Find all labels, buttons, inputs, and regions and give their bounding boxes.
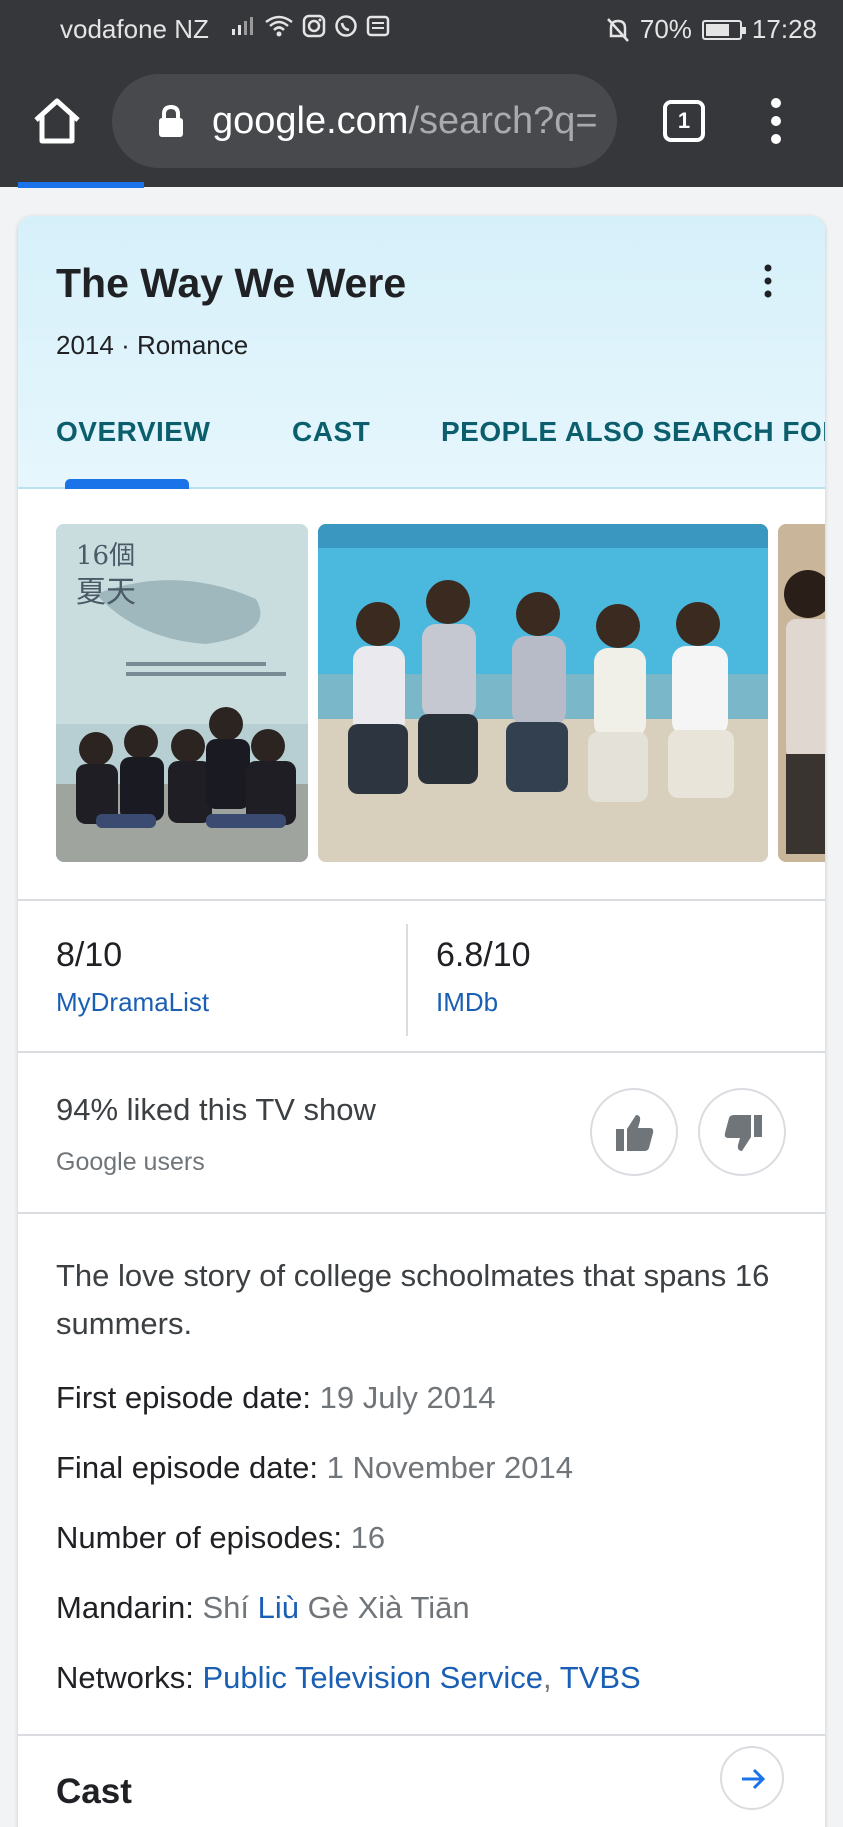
divider xyxy=(18,1212,825,1214)
wifi-icon xyxy=(265,15,293,37)
ratings-row: 8/10 MyDramaList 6.8/10 IMDb xyxy=(18,900,825,1050)
fact-value: 1 November 2014 xyxy=(326,1450,574,1485)
cast-more-button[interactable] xyxy=(720,1746,784,1810)
description: The love story of college schoolmates th… xyxy=(56,1258,770,1341)
more-options-icon[interactable] xyxy=(760,262,776,302)
battery-icon xyxy=(701,19,746,40)
browser-menu-icon[interactable] xyxy=(762,94,790,148)
fact-value: 19 July 2014 xyxy=(319,1380,496,1415)
network-link-tvbs[interactable]: TVBS xyxy=(560,1660,641,1695)
rating-mydramalist[interactable]: 8/10 MyDramaList xyxy=(56,936,209,1018)
rating-separator xyxy=(406,924,408,1036)
svg-text:夏天: 夏天 xyxy=(76,575,136,610)
divider xyxy=(18,1734,825,1736)
rating-score: 6.8/10 xyxy=(436,936,531,974)
status-icons xyxy=(230,14,390,38)
rating-source-link[interactable]: IMDb xyxy=(436,987,531,1018)
instagram-icon xyxy=(302,14,326,38)
mute-bell-icon xyxy=(606,17,629,42)
url-path: /search?q= xyxy=(408,100,598,142)
tab-people-also-search[interactable]: PEOPLE ALSO SEARCH FOR xyxy=(441,416,825,448)
whatsapp-icon xyxy=(335,15,357,37)
panel-title: The Way We Were xyxy=(56,260,407,306)
fact-networks: Networks: Public Television Service, TVB… xyxy=(56,1658,796,1698)
thumbs-up-button[interactable] xyxy=(590,1088,678,1176)
fact-final-episode: Final episode date: 1 November 2014 xyxy=(56,1448,796,1488)
page-load-progress xyxy=(18,182,144,188)
mandarin-link[interactable]: Liù xyxy=(258,1590,299,1625)
knowledge-panel: The Way We Were 2014 · Romance OVERVIEW … xyxy=(18,216,825,1827)
panel-header: The Way We Were 2014 · Romance OVERVIEW … xyxy=(18,216,825,489)
active-tab-indicator xyxy=(65,479,189,489)
thumbs-up-icon xyxy=(616,1115,654,1151)
signal-icon xyxy=(232,17,253,35)
fact-value: 16 xyxy=(350,1520,386,1555)
address-bar[interactable]: google.com/search?q= xyxy=(112,74,617,168)
clock: 17:28 xyxy=(751,14,817,44)
status-right: 70% 17:28 xyxy=(606,14,817,45)
thumbs-down-button[interactable] xyxy=(698,1088,786,1176)
fact-first-episode: First episode date: 19 July 2014 xyxy=(56,1378,796,1418)
rating-imdb[interactable]: 6.8/10 IMDb xyxy=(436,936,531,1018)
panel-subtitle: 2014 · Romance xyxy=(56,330,249,360)
liked-percent-text: 94% liked this TV show xyxy=(56,1092,376,1127)
carrier-name: vodafone NZ xyxy=(60,14,209,44)
home-icon[interactable] xyxy=(30,94,84,148)
thumbs-down-icon xyxy=(724,1115,762,1151)
fact-episodes: Number of episodes: 16 xyxy=(56,1518,796,1558)
tab-switcher-button[interactable]: 1 xyxy=(663,100,705,142)
status-bar: vodafone NZ 70% 17:28 xyxy=(0,0,843,58)
network-link-pts[interactable]: Public Television Service xyxy=(202,1660,543,1695)
url-text: google.com/search?q= xyxy=(212,100,598,143)
fact-label: Number of episodes: xyxy=(56,1520,343,1555)
audience-rating: 94% liked this TV show Google users xyxy=(18,1052,825,1212)
messages-icon xyxy=(366,15,390,37)
show-info: The love story of college schoolmates th… xyxy=(56,1252,796,1698)
cast-heading: Cast xyxy=(56,1772,132,1811)
rating-score: 8/10 xyxy=(56,936,123,974)
fact-label: Mandarin: xyxy=(56,1590,194,1625)
fact-value: Shí xyxy=(202,1590,250,1625)
fact-value: Gè Xià Tiān xyxy=(307,1590,470,1625)
liked-source: Google users xyxy=(56,1148,205,1176)
image-gallery: 16個 夏天 xyxy=(18,524,825,864)
tab-cast[interactable]: CAST xyxy=(292,416,370,448)
battery-fill xyxy=(705,23,729,36)
tab-overview[interactable]: OVERVIEW xyxy=(56,416,210,448)
arrow-right-icon xyxy=(742,1768,766,1790)
battery-percent: 70% xyxy=(639,14,692,44)
lock-icon xyxy=(159,104,183,137)
rating-source-link[interactable]: MyDramaList xyxy=(56,987,209,1018)
browser-toolbar: google.com/search?q= 1 xyxy=(0,74,843,168)
url-host: google.com xyxy=(212,100,409,142)
fact-mandarin: Mandarin: Shí Liù Gè Xià Tiān xyxy=(56,1588,796,1628)
fact-label: Networks: xyxy=(56,1660,194,1695)
fact-label: First episode date: xyxy=(56,1380,312,1415)
browser-chrome: vodafone NZ 70% 17:28 google.com/search?… xyxy=(0,0,843,187)
svg-text:16個: 16個 xyxy=(76,541,135,571)
network-separator: , xyxy=(543,1660,552,1695)
gallery-image-cast-poolside[interactable] xyxy=(318,524,768,862)
gallery-image-partial[interactable] xyxy=(778,524,825,862)
fact-label: Final episode date: xyxy=(56,1450,318,1485)
gallery-image-poster[interactable]: 16個 夏天 xyxy=(56,524,308,862)
